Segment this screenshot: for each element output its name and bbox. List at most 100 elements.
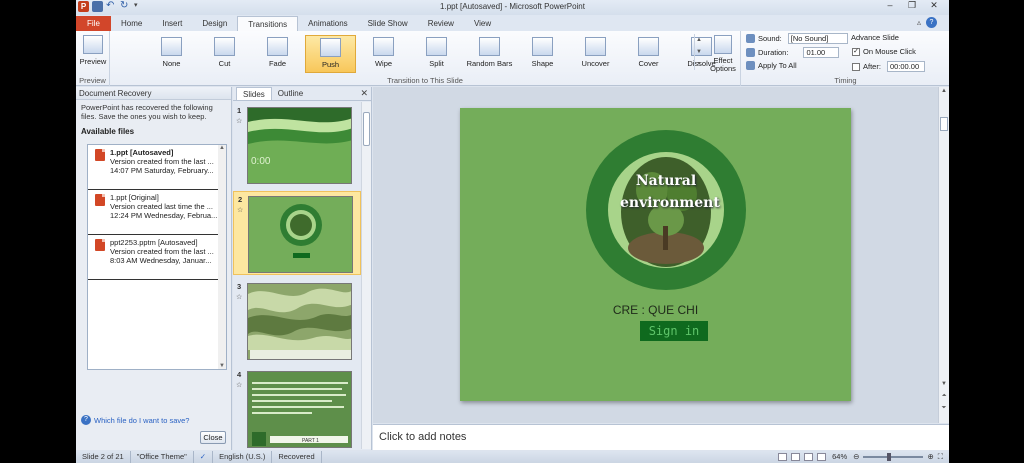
transition-cut-button[interactable]: Cut <box>199 35 250 73</box>
recovery-title: Document Recovery <box>79 89 152 98</box>
advance-slide-label: Advance Slide <box>851 33 899 42</box>
slide-sorter-icon[interactable] <box>791 453 801 461</box>
transition-random-bars-icon <box>479 37 500 56</box>
slide-title-line-1: Natural <box>635 173 697 189</box>
slide-thumbnail-1[interactable]: 1 ☆ 0:00 <box>233 103 361 187</box>
transition-label: Wipe <box>374 59 393 68</box>
close-window-icon[interactable]: ✕ <box>923 0 945 12</box>
spell-check-icon[interactable]: ✓ <box>194 451 214 463</box>
tab-view[interactable]: View <box>464 16 501 31</box>
tab-design[interactable]: Design <box>192 16 237 31</box>
slide-4-preview: PART 1 <box>247 371 352 448</box>
language[interactable]: English (U.S.) <box>213 451 273 463</box>
notes-area[interactable]: Click to add notes <box>373 424 949 450</box>
tab-insert[interactable]: Insert <box>152 16 192 31</box>
sound-dropdown[interactable]: [No Sound] <box>787 33 848 44</box>
preview-button[interactable]: Preview <box>77 33 109 71</box>
slide-editor: Natural environment CRE : QUE CHI Sign i… <box>373 87 938 423</box>
tab-animations[interactable]: Animations <box>298 16 358 31</box>
slide-artwork <box>586 130 746 290</box>
transition-fade-button[interactable]: Fade <box>252 35 303 73</box>
scroll-down-icon[interactable]: ▼ <box>939 381 949 387</box>
scroll-thumb[interactable] <box>363 112 370 146</box>
transition-label: Push <box>321 60 340 69</box>
apply-to-all-button[interactable]: Apply To All <box>758 61 797 70</box>
slide-1-preview: 0:00 <box>247 107 352 184</box>
file-list-scrollbar[interactable]: ▲ ▼ <box>218 145 226 369</box>
minimize-ribbon-icon[interactable]: ▵ <box>917 18 921 27</box>
transition-push-button[interactable]: Push <box>305 35 356 73</box>
slide-title: Natural environment <box>620 170 720 214</box>
slide-thumbnail-3[interactable]: 3 ☆ <box>233 279 361 363</box>
help-icon[interactable]: ? <box>926 17 937 28</box>
slides-pane: Slides Outline ✕ 1 ☆ 0:00 2 ☆ 3 ☆ 4 ☆ PA… <box>233 87 372 450</box>
transition-split-icon <box>426 37 447 56</box>
recovered-file-item[interactable]: ppt2253.pptm [Autosaved] Version created… <box>88 235 226 280</box>
transition-cover-icon <box>638 37 659 56</box>
fit-window-icon[interactable]: ⛶ <box>938 451 943 463</box>
effect-options-label-2: Options <box>710 64 736 73</box>
slide-show-icon[interactable] <box>817 453 827 461</box>
after-checkbox[interactable] <box>852 62 860 71</box>
transition-cover-button[interactable]: Cover <box>623 35 674 73</box>
zoom-level[interactable]: 64% <box>830 451 849 463</box>
gallery-scroll[interactable]: ▲ ▼ ▾ <box>694 34 703 70</box>
transition-none-button[interactable]: None <box>146 35 197 73</box>
recovery-close-button[interactable]: Close <box>200 431 226 444</box>
tab-slides[interactable]: Slides <box>236 87 272 100</box>
zoom-slider[interactable] <box>863 453 924 461</box>
current-slide[interactable]: Natural environment CRE : QUE CHI Sign i… <box>460 108 851 401</box>
editor-scrollbar[interactable]: ▲ ▼ ⏶ ⏷ <box>938 87 949 423</box>
tab-transitions[interactable]: Transitions <box>237 16 299 31</box>
recovered-status: Recovered <box>272 451 322 463</box>
scroll-up-icon[interactable]: ▲ <box>939 88 949 94</box>
previous-slide-icon[interactable]: ⏶ <box>939 393 949 400</box>
ppt-file-icon <box>95 239 105 251</box>
reading-view-icon[interactable] <box>804 453 814 461</box>
preview-group: Preview Preview <box>76 31 110 86</box>
transition-split-button[interactable]: Split <box>411 35 462 73</box>
slide-thumbnail-2[interactable]: 2 ☆ <box>233 191 361 275</box>
editor-scroll-thumb[interactable] <box>940 117 948 131</box>
after-stepper[interactable]: 00:00.00 <box>886 61 925 72</box>
zoom-in-icon[interactable]: ⊕ <box>927 451 933 463</box>
zoom-out-icon[interactable]: ⊖ <box>853 451 859 463</box>
normal-view-icon[interactable] <box>778 453 788 461</box>
minimize-icon[interactable]: – <box>879 0 901 12</box>
duration-icon <box>746 48 755 57</box>
recovered-file-item[interactable]: 1.ppt [Autosaved] Version created from t… <box>88 145 226 190</box>
tab-home[interactable]: Home <box>111 16 152 31</box>
after-row: After: 00:00.00 <box>852 61 925 72</box>
recovered-file-item[interactable]: 1.ppt [Original] Version created last ti… <box>88 190 226 235</box>
next-slide-icon[interactable]: ⏷ <box>939 405 949 412</box>
tab-outline[interactable]: Outline <box>272 87 309 100</box>
ppt-file-icon <box>95 149 105 161</box>
sound-label: Sound: <box>758 34 782 43</box>
wave-graphic <box>248 108 351 144</box>
tab-slide-show[interactable]: Slide Show <box>358 16 418 31</box>
transition-uncover-button[interactable]: Uncover <box>570 35 621 73</box>
slide-number: 4 <box>237 370 242 379</box>
window-title: 1.ppt [Autosaved] - Microsoft PowerPoint <box>440 2 585 11</box>
transition-random-bars-button[interactable]: Random Bars <box>464 35 515 73</box>
preview-label: Preview <box>79 57 107 66</box>
tab-file[interactable]: File <box>76 16 111 31</box>
transition-wipe-button[interactable]: Wipe <box>358 35 409 73</box>
which-file-help-link[interactable]: ? Which file do I want to save? <box>81 415 189 425</box>
sound-icon <box>746 34 755 43</box>
transition-fade-icon <box>267 37 288 56</box>
tab-review[interactable]: Review <box>418 16 464 31</box>
effect-options-button[interactable]: Effect Options <box>706 33 740 73</box>
transition-star-icon: ☆ <box>236 382 243 389</box>
restore-icon[interactable]: ❐ <box>901 0 923 12</box>
slide-sign-in-button[interactable]: Sign in <box>640 321 708 341</box>
timing-group-label: Timing <box>834 76 857 85</box>
recovered-file-list: 1.ppt [Autosaved] Version created from t… <box>87 144 227 370</box>
close-pane-icon[interactable]: ✕ <box>360 88 368 99</box>
slides-pane-scrollbar[interactable] <box>361 102 371 449</box>
available-files-heading: Available files <box>81 127 135 136</box>
on-mouse-click-checkbox[interactable]: ✓ <box>852 47 860 56</box>
slide-thumbnail-4[interactable]: 4 ☆ PART 1 <box>233 367 361 451</box>
transition-shape-button[interactable]: Shape <box>517 35 568 73</box>
duration-stepper[interactable]: 01.00 <box>803 47 840 58</box>
